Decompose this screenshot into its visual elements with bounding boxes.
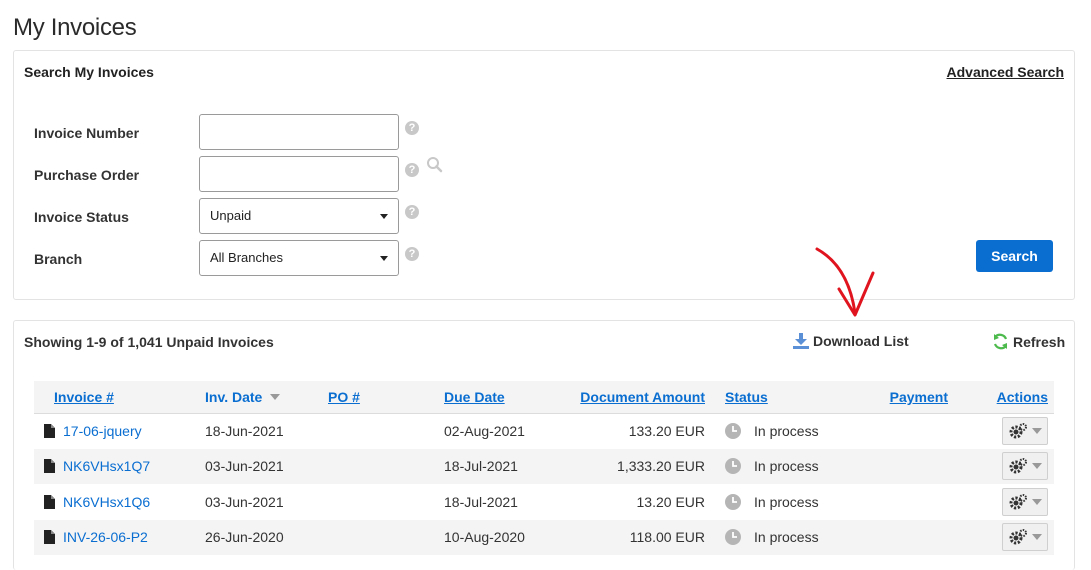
payment-cell bbox=[848, 413, 948, 449]
chevron-down-icon bbox=[1031, 534, 1042, 541]
inv-date-cell: 03-Jun-2021 bbox=[205, 448, 328, 484]
branch-label: Branch bbox=[34, 251, 83, 267]
amount-cell: 118.00 EUR bbox=[560, 519, 723, 555]
chevron-down-icon bbox=[1031, 498, 1042, 505]
po-cell bbox=[328, 448, 444, 484]
due-date-cell: 10-Aug-2020 bbox=[444, 519, 560, 555]
actions-menu-button[interactable] bbox=[1002, 523, 1048, 552]
branch-selected: All Branches bbox=[210, 250, 283, 265]
download-icon bbox=[793, 333, 809, 349]
search-lookup-icon[interactable] bbox=[426, 156, 444, 174]
payment-cell bbox=[848, 519, 948, 555]
search-panel-title: Search My Invoices bbox=[24, 64, 154, 80]
table-header-row: Invoice # Inv. Date PO # Due Date Docume… bbox=[34, 381, 1054, 414]
results-panel: Showing 1-9 of 1,041 Unpaid Invoices Dow… bbox=[13, 320, 1075, 570]
payment-cell bbox=[848, 484, 948, 520]
clock-icon bbox=[725, 423, 741, 439]
status-text: In process bbox=[754, 458, 819, 475]
inv-date-cell: 18-Jun-2021 bbox=[205, 423, 284, 439]
amount-cell: 1,333.20 EUR bbox=[560, 448, 723, 484]
gear-icon bbox=[1009, 423, 1027, 439]
invoice-number-help-icon[interactable]: ? bbox=[405, 121, 419, 135]
search-button[interactable]: Search bbox=[976, 240, 1053, 272]
invoice-status-selected: Unpaid bbox=[210, 208, 252, 223]
clock-icon bbox=[725, 493, 741, 510]
table-row: 17-06-jquery 18-Jun-2021 02-Aug-2021 133… bbox=[34, 413, 1054, 449]
clock-icon bbox=[725, 458, 741, 475]
advanced-search-link[interactable]: Advanced Search bbox=[947, 64, 1065, 80]
column-header-actions[interactable]: Actions bbox=[948, 381, 1054, 414]
gear-icon bbox=[1009, 529, 1027, 545]
document-icon bbox=[44, 424, 55, 438]
actions-menu-button[interactable] bbox=[1002, 417, 1048, 445]
purchase-order-input[interactable] bbox=[199, 156, 399, 192]
purchase-order-label: Purchase Order bbox=[34, 167, 140, 183]
payment-cell bbox=[848, 448, 948, 484]
invoice-link[interactable]: 17-06-jquery bbox=[63, 423, 142, 439]
amount-cell: 13.20 EUR bbox=[636, 493, 705, 510]
branch-select[interactable]: All Branches bbox=[199, 240, 399, 276]
download-list-label: Download List bbox=[813, 333, 909, 349]
po-cell bbox=[328, 519, 444, 555]
column-header-status[interactable]: Status bbox=[723, 381, 848, 414]
column-header-po[interactable]: PO # bbox=[328, 381, 444, 414]
actions-menu-button[interactable] bbox=[1002, 452, 1048, 481]
gear-icon bbox=[1009, 493, 1027, 510]
sort-desc-icon bbox=[270, 393, 281, 400]
document-icon bbox=[44, 494, 55, 509]
invoice-status-help-icon[interactable]: ? bbox=[405, 205, 419, 219]
po-cell bbox=[328, 484, 444, 520]
column-header-amount[interactable]: Document Amount bbox=[560, 381, 723, 414]
search-panel: Search My Invoices Advanced Search Invoi… bbox=[13, 50, 1075, 300]
chevron-down-icon bbox=[1031, 428, 1042, 434]
document-icon bbox=[44, 530, 55, 545]
refresh-label: Refresh bbox=[1013, 333, 1066, 350]
table-row: NK6VHsx1Q7 03-Jun-2021 18-Jul-2021 1,333… bbox=[34, 448, 1054, 484]
inv-date-cell: 26-Jun-2020 bbox=[205, 519, 328, 555]
branch-help-icon[interactable]: ? bbox=[405, 247, 419, 261]
due-date-cell: 18-Jul-2021 bbox=[444, 448, 560, 484]
po-cell bbox=[328, 413, 444, 449]
status-text: In process bbox=[754, 529, 819, 546]
invoice-link[interactable]: NK6VHsx1Q7 bbox=[63, 458, 150, 474]
amount-cell: 133.20 EUR bbox=[628, 423, 705, 439]
column-header-payment[interactable]: Payment bbox=[848, 381, 948, 414]
refresh-icon bbox=[993, 333, 1008, 350]
invoice-number-input[interactable] bbox=[199, 114, 399, 150]
due-date-cell: 02-Aug-2021 bbox=[444, 423, 525, 439]
chevron-down-icon bbox=[380, 256, 388, 261]
chevron-down-icon bbox=[1031, 463, 1042, 470]
purchase-order-help-icon[interactable]: ? bbox=[405, 163, 419, 177]
download-list-button[interactable]: Download List bbox=[793, 333, 909, 349]
status-text: In process bbox=[754, 493, 819, 510]
page-title: My Invoices bbox=[13, 14, 137, 41]
column-header-inv-date[interactable]: Inv. Date bbox=[205, 381, 328, 414]
gear-icon bbox=[1009, 458, 1027, 474]
invoice-table: Invoice # Inv. Date PO # Due Date Docume… bbox=[34, 381, 1054, 555]
invoice-number-label: Invoice Number bbox=[34, 125, 140, 141]
table-row: INV-26-06-P2 26-Jun-2020 10-Aug-2020 118… bbox=[34, 519, 1054, 555]
annotation-arrow bbox=[815, 247, 875, 317]
chevron-down-icon bbox=[380, 214, 388, 219]
actions-menu-button[interactable] bbox=[1002, 487, 1048, 516]
invoice-status-select[interactable]: Unpaid bbox=[199, 198, 399, 234]
invoice-link[interactable]: INV-26-06-P2 bbox=[63, 529, 148, 545]
refresh-button[interactable]: Refresh bbox=[992, 333, 1065, 350]
inv-date-cell: 03-Jun-2021 bbox=[205, 493, 284, 510]
inv-date-header-label: Inv. Date bbox=[205, 388, 263, 405]
table-row: NK6VHsx1Q6 03-Jun-2021 18-Jul-2021 13.20… bbox=[34, 484, 1054, 520]
column-header-due-date[interactable]: Due Date bbox=[444, 381, 560, 414]
invoice-link[interactable]: NK6VHsx1Q6 bbox=[63, 494, 150, 510]
clock-icon bbox=[725, 529, 741, 546]
results-summary: Showing 1-9 of 1,041 Unpaid Invoices bbox=[24, 334, 274, 350]
invoice-status-label: Invoice Status bbox=[34, 209, 129, 225]
column-header-invoice[interactable]: Invoice # bbox=[34, 381, 205, 414]
document-icon bbox=[44, 459, 55, 474]
due-date-cell: 18-Jul-2021 bbox=[444, 493, 518, 510]
status-text: In process bbox=[754, 423, 819, 439]
